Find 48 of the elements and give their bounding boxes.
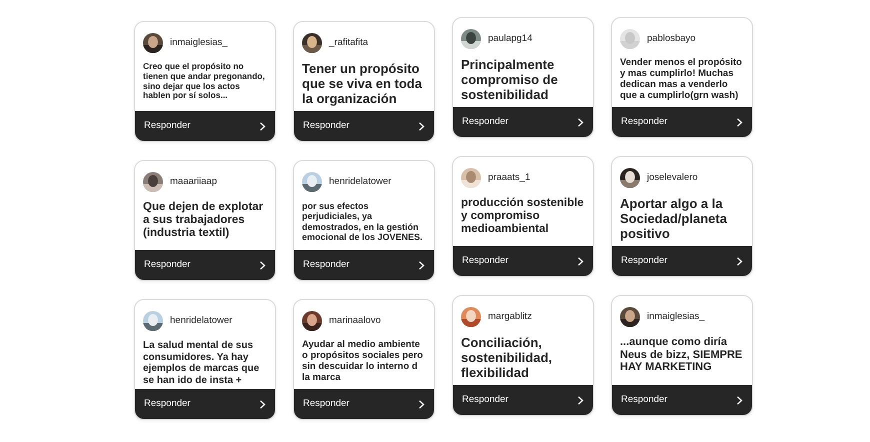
chevron-icon (418, 260, 425, 270)
answer-text: Ayudar al medio ambiente o propósitos sociales pero sin descuidar lo interno d la marca (302, 340, 424, 384)
reply-button[interactable]: Responder (135, 250, 275, 280)
chevron-icon (736, 396, 743, 404)
answer-text: ...aunque como diría Neus de bizz, SIEMPRE HAY MARKETING (620, 336, 744, 374)
reply-button[interactable]: Responder (612, 385, 752, 415)
chevron-icon (418, 400, 425, 408)
chevron-icon (736, 118, 743, 126)
answer-text: Que dejen de explotar a sus trabajadores (industria textil) (143, 201, 264, 241)
answer-text: Tener un propósito que se viva en toda la organización (302, 62, 423, 107)
chevron-icon (259, 122, 266, 130)
reply-button[interactable]: Responder (453, 246, 593, 276)
username: maaariiaap (170, 174, 217, 189)
reply-button[interactable]: Responder (135, 111, 275, 141)
answer-text: Principalmente compromiso de sostenibilidad (461, 58, 559, 103)
chevron-icon (577, 396, 584, 404)
chevron-icon (259, 260, 266, 270)
answer-text: por sus efectos perjudiciales, ya demostrados, en la gestión emocional de los JOVENES. (302, 201, 424, 242)
username: inmaiglesias_ (170, 36, 228, 50)
chevron-icon (577, 118, 584, 126)
reply-button[interactable]: Responder (135, 389, 275, 419)
reply-button[interactable]: Responder (294, 111, 434, 141)
reply-button[interactable]: Responder (612, 246, 752, 276)
username: marinaalovo (329, 314, 381, 328)
answer-text: Vender menos el propósito y mas cumplirlo! Muchas dedican mas a venderlo que a cumplirlo(grn wash) (620, 58, 743, 102)
reply-button[interactable]: Responder (612, 107, 752, 137)
reply-button[interactable]: Responder (294, 250, 434, 280)
answer-text: Conciliación, sostenibilidad, flexibilidad (461, 336, 554, 381)
chevron-icon (418, 122, 425, 130)
answer-text: producción sostenible y compromiso medioambiental (461, 197, 585, 237)
reply-button[interactable]: Responder (453, 107, 593, 137)
username: inmaiglesias_ (647, 310, 705, 324)
chevron-icon (259, 400, 266, 408)
username: paulapg14 (488, 32, 532, 46)
answer-text: Creo que el propósito no tienen que andar pregonando, sino dejar que los actos hablen por sí solos... (143, 62, 266, 102)
chevron-icon (736, 256, 743, 266)
username: joselevalero (647, 170, 698, 185)
username: margablitz (488, 310, 532, 324)
answer-text: La salud mental de sus consumidores. Ya hay ejemplos de marcas que se han ido de insta + (143, 340, 260, 386)
username: _rafitafita (329, 36, 368, 50)
chevron-icon (577, 256, 584, 266)
username: praaats_1 (488, 170, 530, 185)
reply-button[interactable]: Responder (453, 385, 593, 415)
username: pablosbayo (647, 32, 696, 46)
username: henridelatower (329, 174, 392, 189)
reply-button[interactable]: Responder (294, 389, 434, 419)
username: henridelatower (170, 314, 232, 328)
answer-text: Aportar algo a la Sociedad/planeta positivo (620, 197, 728, 242)
